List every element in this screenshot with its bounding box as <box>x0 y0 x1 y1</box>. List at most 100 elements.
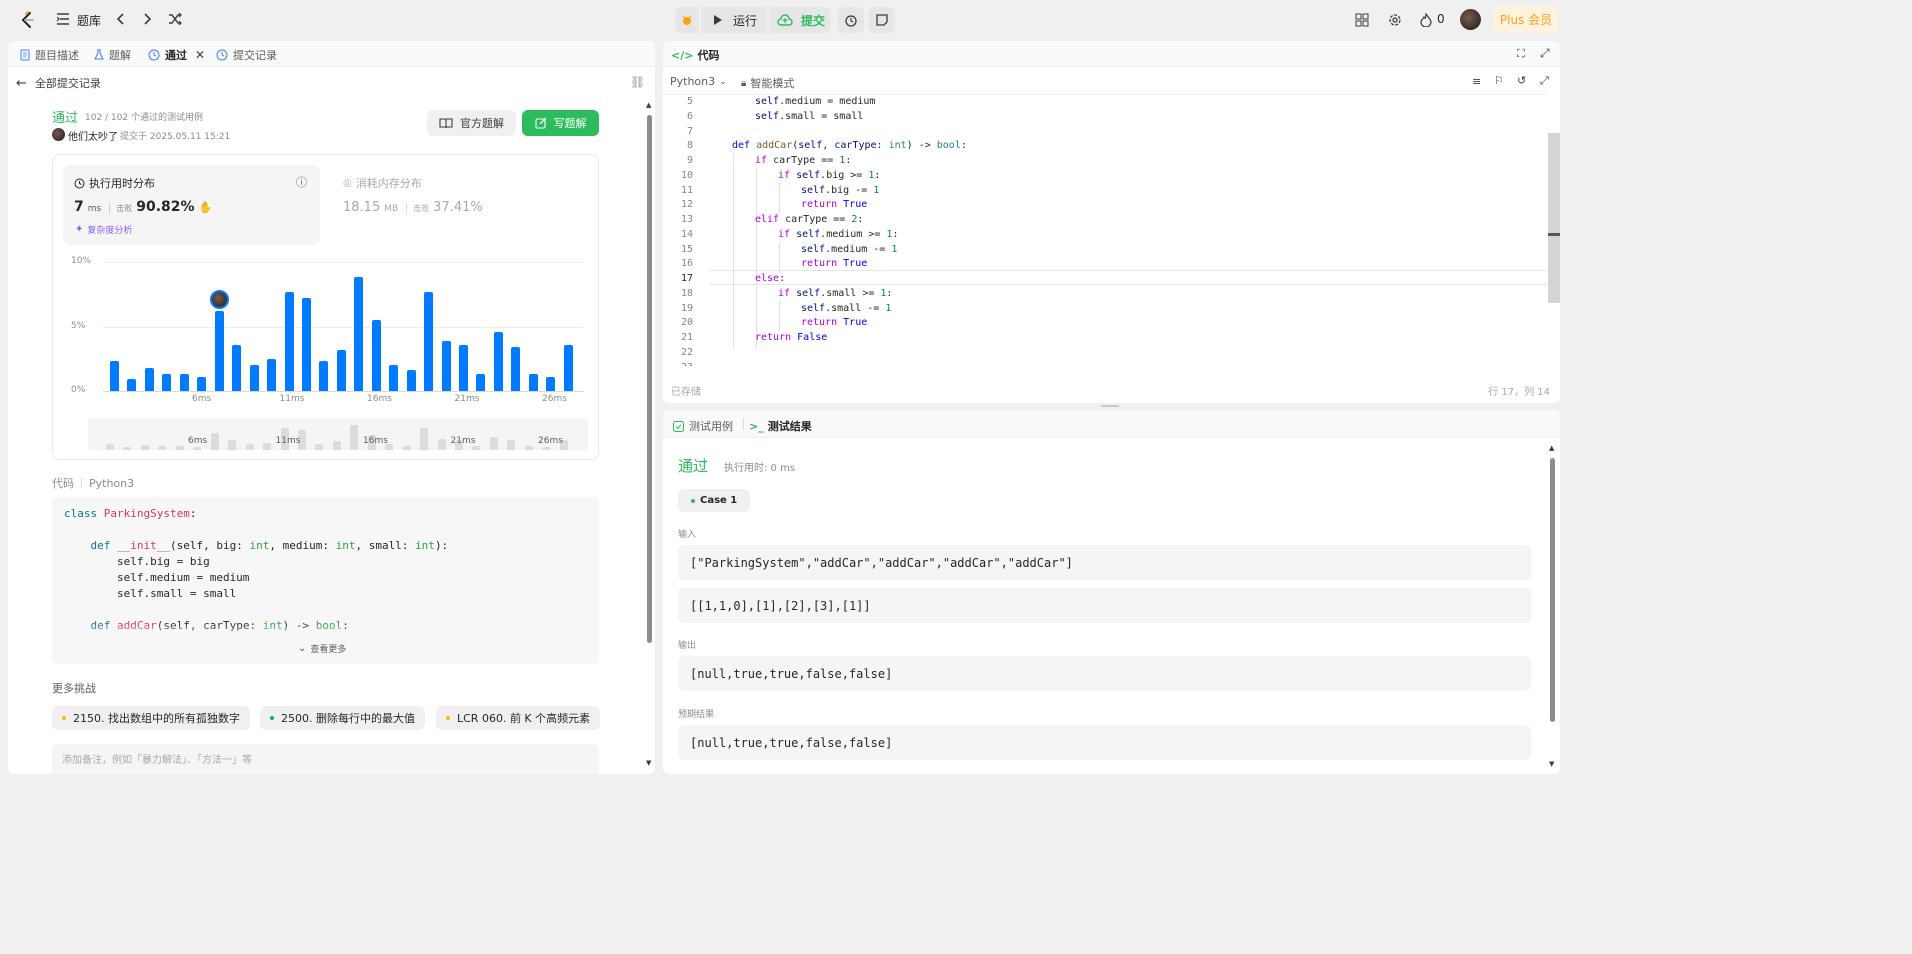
list-icon[interactable] <box>55 11 71 27</box>
tab-solutions[interactable]: 题解 <box>94 47 131 63</box>
tab-accepted[interactable]: 通过 ✕ <box>148 47 205 63</box>
chart-range-navigator[interactable]: 6ms 11ms 16ms 21ms 26ms <box>88 418 588 450</box>
runtime-bar[interactable] <box>441 340 451 391</box>
notes-button[interactable] <box>869 7 895 33</box>
runtime-bar[interactable] <box>336 349 346 391</box>
debug-button[interactable] <box>675 7 699 33</box>
left-panel: 题目描述 题解 通过 ✕ 提交记录 ← 全部提交记录 ⛓ 通过 102 / 10… <box>8 41 655 774</box>
tab-testcases[interactable]: 测试用例 <box>673 418 733 434</box>
submitter-name[interactable]: 他们太吵了 <box>68 128 118 143</box>
scroll-up-arrow[interactable]: ▲ <box>646 101 652 111</box>
runtime-bar[interactable] <box>214 311 224 391</box>
runtime-bar[interactable] <box>476 374 486 391</box>
layout-icon[interactable] <box>1353 11 1371 29</box>
official-solution-button[interactable]: 官方题解 <box>427 110 516 136</box>
editor-scrollbar[interactable] <box>1548 133 1560 303</box>
problem-bank-label[interactable]: 题库 <box>77 12 101 29</box>
runtime-bar[interactable] <box>493 331 503 391</box>
reset-icon[interactable]: ↺ <box>1517 74 1526 87</box>
code-line: self.big = big <box>64 555 210 568</box>
runtime-bar[interactable] <box>110 361 119 391</box>
tab-description[interactable]: 题目描述 <box>20 47 79 63</box>
runtime-bar[interactable] <box>179 374 189 391</box>
challenge-chip[interactable]: 2150. 找出数组中的所有孤独数字 <box>52 706 250 730</box>
format-icon[interactable]: ≡ <box>1472 75 1481 88</box>
runtime-bar[interactable] <box>127 379 137 391</box>
runtime-bar[interactable] <box>267 358 277 391</box>
runtime-distribution-chart[interactable]: 10% 5% 0% 6ms 11ms 16ms 21ms 26ms 6ms 11ms 16ms 21m… <box>63 251 593 456</box>
scroll-down-arrow[interactable]: ▼ <box>646 759 652 769</box>
user-avatar[interactable] <box>1460 9 1481 30</box>
x-tick-label: 6ms <box>192 394 212 404</box>
chevron-down-icon: ⌄ <box>719 76 727 87</box>
info-icon[interactable]: ⓘ <box>296 174 307 190</box>
complexity-analysis-link[interactable]: ✦ 复杂度分析 <box>75 223 132 236</box>
expected-value: [null,true,true,false,false] <box>678 725 1531 760</box>
navigator-bar <box>158 446 167 450</box>
runtime-bar[interactable] <box>162 374 172 391</box>
runtime-bar[interactable] <box>354 277 364 391</box>
fullscreen-icon[interactable]: ⤢ <box>1540 46 1550 61</box>
runtime-bar[interactable] <box>546 376 556 391</box>
editor-title: 代码 <box>697 49 720 62</box>
timer-button[interactable] <box>838 7 864 33</box>
language-select[interactable]: Python3 ⌄ <box>670 75 727 88</box>
leetcode-logo[interactable] <box>16 9 38 31</box>
scroll-up-arrow[interactable]: ▲ <box>1549 444 1554 452</box>
runtime-bar[interactable] <box>197 376 207 391</box>
more-challenges-title: 更多挑战 <box>52 682 96 695</box>
test-scrollbar-thumb[interactable] <box>1550 458 1555 722</box>
runtime-bar[interactable] <box>406 370 416 391</box>
challenge-chip[interactable]: LCR 060. 前 K 个高频元素 <box>436 706 601 730</box>
challenge-chip[interactable]: 2500. 删除每行中的最大值 <box>260 706 425 730</box>
back-to-submissions[interactable]: ← 全部提交记录 <box>16 75 101 91</box>
navigator-bar <box>472 446 481 450</box>
runtime-bar[interactable] <box>284 291 294 391</box>
close-tab-icon[interactable]: ✕ <box>195 48 205 62</box>
book-icon <box>439 117 453 128</box>
bookmark-icon[interactable]: ⚐ <box>1494 74 1504 87</box>
left-scrollbar-thumb[interactable] <box>647 115 652 643</box>
runtime-bar[interactable] <box>563 344 573 391</box>
runtime-bar[interactable] <box>301 298 311 391</box>
runtime-bar[interactable] <box>371 320 381 391</box>
submit-button[interactable]: 提交 <box>769 7 831 33</box>
runtime-bar[interactable] <box>144 367 154 391</box>
clock-icon <box>74 178 85 188</box>
write-solution-button[interactable]: 写题解 <box>522 110 599 136</box>
runtime-bar[interactable] <box>249 365 259 391</box>
case-tab[interactable]: Case 1 <box>678 489 751 512</box>
editor-tab[interactable]: </> 代码 <box>671 47 719 63</box>
scroll-down-arrow[interactable]: ▼ <box>1549 760 1554 768</box>
runtime-bar[interactable] <box>511 347 521 391</box>
tab-submissions[interactable]: 提交记录 <box>216 47 277 63</box>
runtime-bar[interactable] <box>389 365 399 391</box>
runtime-value: 7 <box>74 199 84 215</box>
x-tick-label: 11ms <box>279 394 305 404</box>
prev-problem-icon[interactable] <box>112 11 128 27</box>
navigator-tick-label: 16ms <box>363 436 388 446</box>
runtime-bar[interactable] <box>528 374 538 391</box>
memory-title-row[interactable]: ◎ 消耗内存分布 <box>343 175 422 191</box>
plus-member-button[interactable]: Plus 会员 <box>1494 6 1558 33</box>
run-button[interactable]: 运行 <box>701 7 767 33</box>
runtime-bar[interactable] <box>232 344 242 391</box>
settings-gear-icon[interactable] <box>1386 11 1404 29</box>
runtime-unit: ms <box>87 204 102 214</box>
share-link-icon[interactable]: ⛓ <box>630 75 645 89</box>
runtime-bar[interactable] <box>319 361 329 391</box>
history-icon <box>148 49 160 61</box>
panel-resize-handle[interactable] <box>1101 405 1119 407</box>
code-area[interactable]: 5 self.medium = medium 6 self.small = sma… <box>663 94 1547 366</box>
streak-flame-icon[interactable] <box>1418 11 1434 29</box>
smart-mode-toggle[interactable]: 🔒︎ 智能模式 <box>741 75 794 91</box>
show-more-button[interactable]: ⌄ 查看更多 <box>298 642 346 655</box>
runtime-bar[interactable] <box>424 291 434 391</box>
expand-icon[interactable]: ⤢ <box>1540 74 1549 88</box>
runtime-bar[interactable] <box>459 344 468 391</box>
maximize-icon[interactable]: ⛶ <box>1517 47 1525 61</box>
tab-test-result[interactable]: >_ 测试结果 <box>749 418 812 434</box>
shuffle-icon[interactable] <box>166 11 184 27</box>
next-problem-icon[interactable] <box>140 11 156 27</box>
note-input[interactable]: 添加备注，例如「暴力解法」、「方法一」等 <box>52 744 599 774</box>
